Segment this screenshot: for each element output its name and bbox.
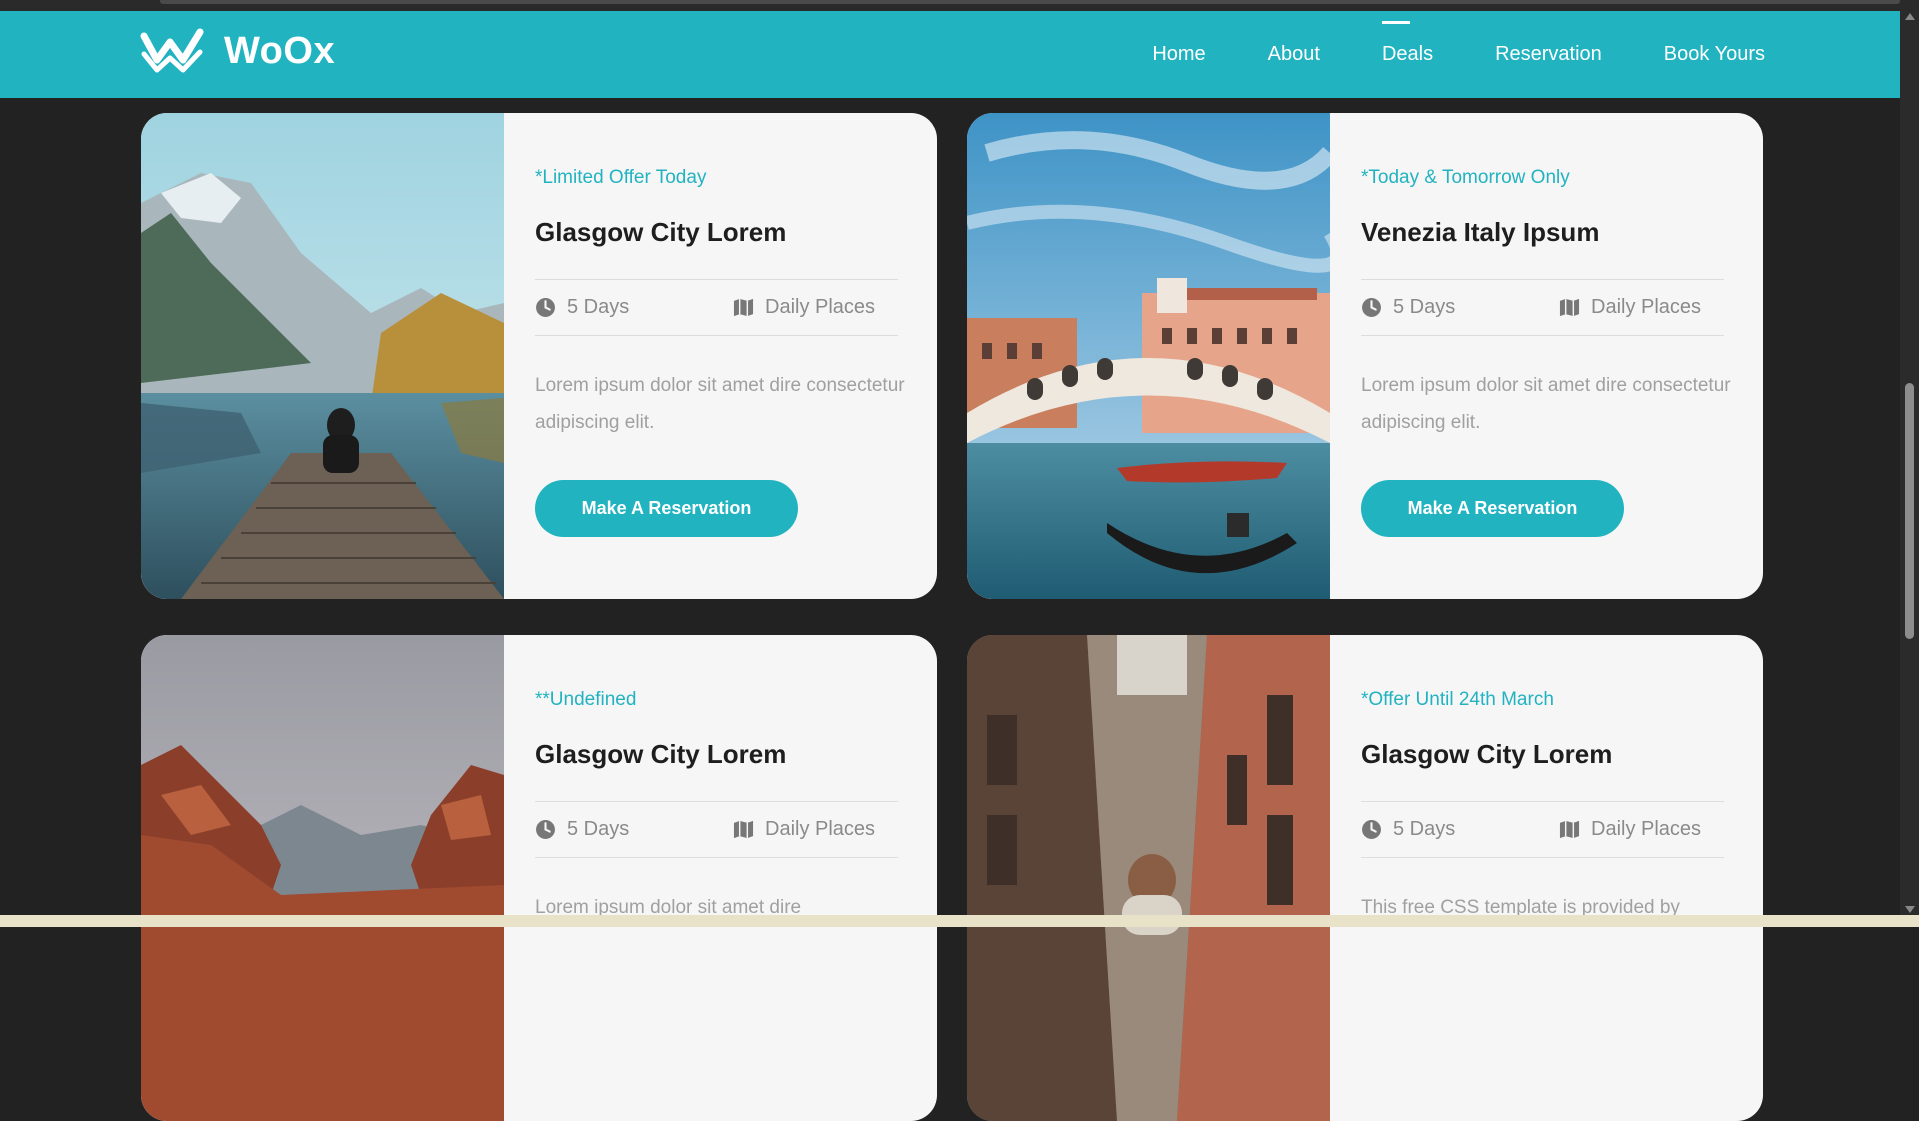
deal-duration-text: 5 Days: [1393, 818, 1456, 840]
deal-duration-text: 5 Days: [1393, 296, 1456, 318]
browser-top-bar: [160, 0, 1900, 4]
deal-tag: *Limited Offer Today: [535, 167, 707, 188]
deal-duration-text: 5 Days: [567, 296, 630, 318]
nav-deals[interactable]: Deals: [1381, 21, 1433, 66]
deal-card: *Today & Tomorrow Only Venezia Italy Ips…: [967, 113, 1763, 599]
main-nav: Home About Deals Reservation Book Yours: [1152, 11, 1765, 98]
deal-tag: *Offer Until 24th March: [1361, 689, 1554, 710]
deal-title: Glasgow City Lorem: [535, 739, 787, 769]
logo-text: WoOx: [224, 29, 336, 72]
site-header: WoOx Home About Deals Reservation Book Y…: [0, 11, 1900, 98]
deal-card: *Limited Offer Today Glasgow City Lorem …: [141, 113, 937, 599]
deal-meta: 5 Days Daily Places: [535, 279, 898, 336]
deal-duration-text: 5 Days: [567, 818, 630, 840]
deal-image-mountain-lake: [141, 113, 504, 599]
map-icon: [1559, 298, 1580, 317]
map-icon: [733, 820, 754, 839]
deal-places-text: Daily Places: [1591, 296, 1702, 318]
deal-card: *Offer Until 24th March Glasgow City Lor…: [967, 635, 1763, 1121]
nav-about[interactable]: About: [1268, 43, 1320, 66]
deal-places-text: Daily Places: [765, 296, 876, 318]
deal-image-alley: [967, 635, 1330, 1121]
map-icon: [1559, 820, 1580, 839]
scrollbar-thumb[interactable]: [1905, 383, 1914, 639]
deal-meta: 5 Days Daily Places: [1361, 801, 1724, 858]
deal-tag: *Today & Tomorrow Only: [1361, 167, 1570, 188]
scroll-up-icon[interactable]: [1905, 13, 1915, 20]
deal-places-text: Daily Places: [1591, 818, 1702, 840]
logo[interactable]: WoOx: [140, 28, 335, 74]
deal-meta: 5 Days Daily Places: [535, 801, 898, 858]
deal-card: **Undefined Glasgow City Lorem 5 Days Da…: [141, 635, 937, 1121]
clock-icon: [1362, 298, 1381, 317]
nav-home[interactable]: Home: [1152, 43, 1205, 66]
deal-duration: 5 Days: [535, 802, 629, 857]
deal-places: Daily Places: [1559, 802, 1701, 857]
deal-duration: 5 Days: [535, 280, 629, 335]
scroll-down-icon[interactable]: [1905, 906, 1915, 913]
deal-places-text: Daily Places: [765, 818, 876, 840]
map-icon: [733, 298, 754, 317]
browser-top-strip: [0, 0, 1919, 11]
deal-places: Daily Places: [733, 802, 875, 857]
deal-title: Glasgow City Lorem: [1361, 739, 1613, 769]
deal-duration: 5 Days: [1361, 802, 1455, 857]
deal-image-canyon: [141, 635, 504, 1121]
make-reservation-button[interactable]: Make A Reservation: [1361, 480, 1624, 537]
deal-places: Daily Places: [1559, 280, 1701, 335]
deal-description: Lorem ipsum dolor sit amet dire consecte…: [535, 375, 905, 433]
clock-icon: [1362, 820, 1381, 839]
clock-icon: [536, 820, 555, 839]
deal-description: Lorem ipsum dolor sit amet dire consecte…: [1361, 375, 1731, 433]
nav-reservation[interactable]: Reservation: [1495, 43, 1602, 66]
logo-mark-icon: [140, 28, 204, 73]
nav-book-yours[interactable]: Book Yours: [1664, 43, 1765, 66]
deal-title: Glasgow City Lorem: [535, 217, 787, 247]
deal-meta: 5 Days Daily Places: [1361, 279, 1724, 336]
deal-title: Venezia Italy Ipsum: [1361, 217, 1600, 247]
page-scrollbar[interactable]: [1900, 11, 1919, 915]
deal-places: Daily Places: [733, 280, 875, 335]
make-reservation-button[interactable]: Make A Reservation: [535, 480, 798, 537]
deal-image-venice: [967, 113, 1330, 599]
clock-icon: [536, 298, 555, 317]
deal-duration: 5 Days: [1361, 280, 1455, 335]
deal-tag: **Undefined: [535, 689, 637, 710]
browser-bottom-strip: [0, 915, 1919, 927]
